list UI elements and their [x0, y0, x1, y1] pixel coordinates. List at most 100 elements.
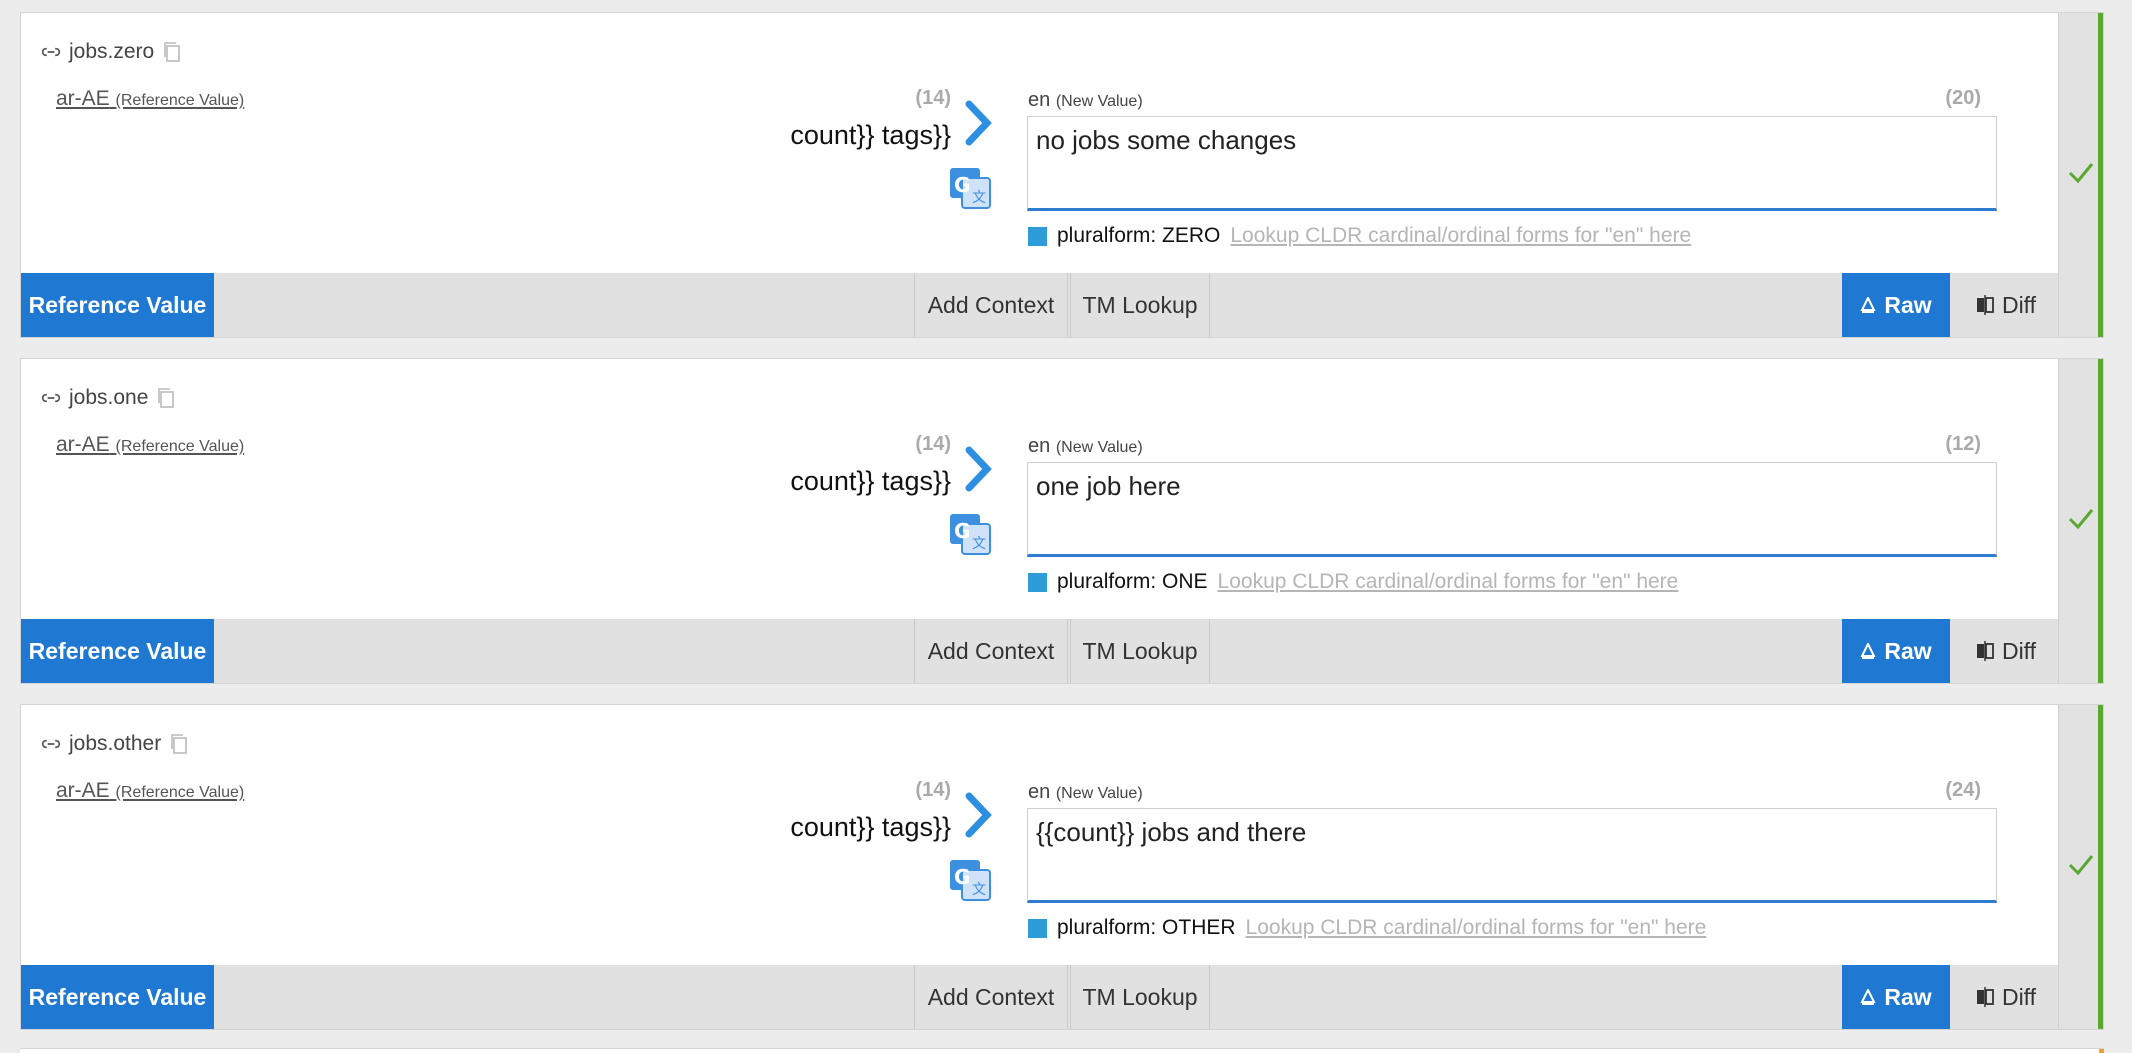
new-char-count: (12) [1945, 433, 1981, 455]
chevron-right-icon[interactable] [959, 444, 999, 494]
status-sidebar [2058, 359, 2103, 683]
diff-icon [1976, 295, 1994, 315]
tm-lookup-button[interactable]: TM Lookup [1070, 273, 1210, 337]
pluralform-row: pluralform: OTHER Lookup CLDR cardinal/o… [1028, 915, 1706, 941]
svg-text:G: G [954, 865, 970, 889]
svg-text:G: G [954, 519, 970, 543]
reference-language-link[interactable]: ar-AE (Reference Value) [56, 779, 244, 803]
add-context-button[interactable]: Add Context [914, 273, 1068, 337]
translation-editor[interactable]: no jobs some changes [1027, 116, 1997, 211]
diff-button[interactable]: Diff [1952, 273, 2060, 337]
status-sidebar [2058, 705, 2103, 1029]
reference-char-count: (14) [915, 779, 951, 801]
new-language-label: en (New Value) [1028, 435, 1143, 458]
ref-lang-note: (Reference Value) [115, 784, 245, 801]
copy-icon[interactable] [162, 41, 182, 63]
entry-key: jobs.other [69, 732, 162, 755]
check-icon[interactable] [2067, 158, 2095, 186]
next-card-status-bar [2099, 1049, 2104, 1053]
translation-card: jobs.one ar-AE (Reference Value) (14) co… [20, 358, 2104, 684]
link-icon[interactable] [41, 734, 61, 754]
raw-label: Raw [1884, 291, 1932, 318]
new-char-count: (20) [1945, 87, 1981, 109]
translation-editor[interactable]: one job here [1027, 462, 1997, 557]
diff-label: Diff [2001, 291, 2037, 318]
add-context-button[interactable]: Add Context [914, 619, 1068, 683]
diff-icon [1976, 987, 1994, 1007]
cldr-lookup-link[interactable]: Lookup CLDR cardinal/ordinal forms for "… [1230, 224, 1691, 248]
raw-button[interactable]: Raw [1842, 273, 1950, 337]
diff-button[interactable]: Diff [1952, 619, 2060, 683]
add-context-button[interactable]: Add Context [914, 965, 1068, 1029]
link-icon[interactable] [41, 388, 61, 408]
raw-button[interactable]: Raw [1842, 965, 1950, 1029]
raw-button[interactable]: Raw [1842, 619, 1950, 683]
check-icon[interactable] [2067, 850, 2095, 878]
link-icon[interactable] [41, 42, 61, 62]
new-lang-code: en [1028, 435, 1051, 457]
translation-card: jobs.zero ar-AE (Reference Value) (14) c… [20, 12, 2104, 338]
diff-label: Diff [2001, 637, 2037, 664]
reference-value-text: count}} tags}} [790, 812, 951, 842]
new-lang-note: (New Value) [1055, 785, 1143, 802]
new-lang-code: en [1028, 781, 1051, 803]
tm-lookup-button[interactable]: TM Lookup [1070, 619, 1210, 683]
card-toolbar: Reference Value Add Context TM Lookup Ra… [21, 273, 2060, 337]
card-toolbar: Reference Value Add Context TM Lookup Ra… [21, 619, 2060, 683]
status-bar [2098, 359, 2103, 683]
translation-value[interactable]: {{count}} jobs and there [1036, 817, 1306, 848]
new-lang-note: (New Value) [1055, 439, 1143, 456]
reference-value-button[interactable]: Reference Value [21, 619, 214, 683]
translation-card: jobs.other ar-AE (Reference Value) (14) … [20, 704, 2104, 1030]
google-translate-icon[interactable]: G文 [948, 166, 992, 210]
translation-editor[interactable]: {{count}} jobs and there [1027, 808, 1997, 903]
reference-value-text: count}} tags}} [790, 120, 951, 150]
reference-char-count: (14) [915, 433, 951, 455]
reference-char-count: (14) [915, 87, 951, 109]
chevron-right-icon[interactable] [959, 98, 999, 148]
diff-button[interactable]: Diff [1952, 965, 2060, 1029]
google-translate-icon[interactable]: G文 [948, 512, 992, 556]
status-sidebar [2058, 13, 2103, 337]
pluralform-label: pluralform: ZERO [1057, 224, 1221, 247]
copy-icon[interactable] [169, 733, 189, 755]
pluralform-row: pluralform: ZERO Lookup CLDR cardinal/or… [1028, 223, 1691, 249]
svg-text:文: 文 [972, 882, 986, 898]
cldr-lookup-link[interactable]: Lookup CLDR cardinal/ordinal forms for "… [1218, 570, 1679, 594]
copy-icon[interactable] [156, 387, 176, 409]
reference-value-button[interactable]: Reference Value [21, 965, 214, 1029]
key-row: jobs.other [41, 729, 189, 759]
google-translate-icon[interactable]: G文 [948, 858, 992, 902]
raw-label: Raw [1884, 983, 1932, 1010]
card-toolbar: Reference Value Add Context TM Lookup Ra… [21, 965, 2060, 1029]
svg-text:文: 文 [972, 536, 986, 552]
chevron-right-icon[interactable] [959, 790, 999, 840]
new-char-count: (24) [1945, 779, 1981, 801]
entry-key: jobs.one [69, 386, 149, 409]
reference-language-link[interactable]: ar-AE (Reference Value) [56, 433, 244, 457]
pluralform-label: pluralform: OTHER [1057, 916, 1236, 939]
check-icon[interactable] [2067, 504, 2095, 532]
translation-value[interactable]: one job here [1036, 471, 1181, 502]
tm-lookup-button[interactable]: TM Lookup [1070, 965, 1210, 1029]
pluralform-square-icon [1028, 572, 1047, 592]
reference-value-text: count}} tags}} [790, 466, 951, 496]
diff-icon [1976, 641, 1994, 661]
svg-text:G: G [954, 173, 970, 197]
entry-key: jobs.zero [69, 40, 155, 63]
new-language-label: en (New Value) [1028, 781, 1143, 804]
ref-lang-code: ar-AE [56, 433, 110, 456]
new-language-label: en (New Value) [1028, 89, 1143, 112]
raw-icon [1860, 989, 1876, 1005]
pluralform-row: pluralform: ONE Lookup CLDR cardinal/ord… [1028, 569, 1678, 595]
ref-lang-code: ar-AE [56, 779, 110, 802]
new-lang-note: (New Value) [1055, 93, 1143, 110]
reference-language-link[interactable]: ar-AE (Reference Value) [56, 87, 244, 111]
pluralform-label: pluralform: ONE [1057, 570, 1208, 593]
reference-value-button[interactable]: Reference Value [21, 273, 214, 337]
raw-icon [1860, 297, 1876, 313]
pluralform-square-icon [1028, 226, 1047, 246]
key-row: jobs.one [41, 383, 176, 413]
translation-value[interactable]: no jobs some changes [1036, 125, 1296, 156]
cldr-lookup-link[interactable]: Lookup CLDR cardinal/ordinal forms for "… [1246, 916, 1707, 940]
